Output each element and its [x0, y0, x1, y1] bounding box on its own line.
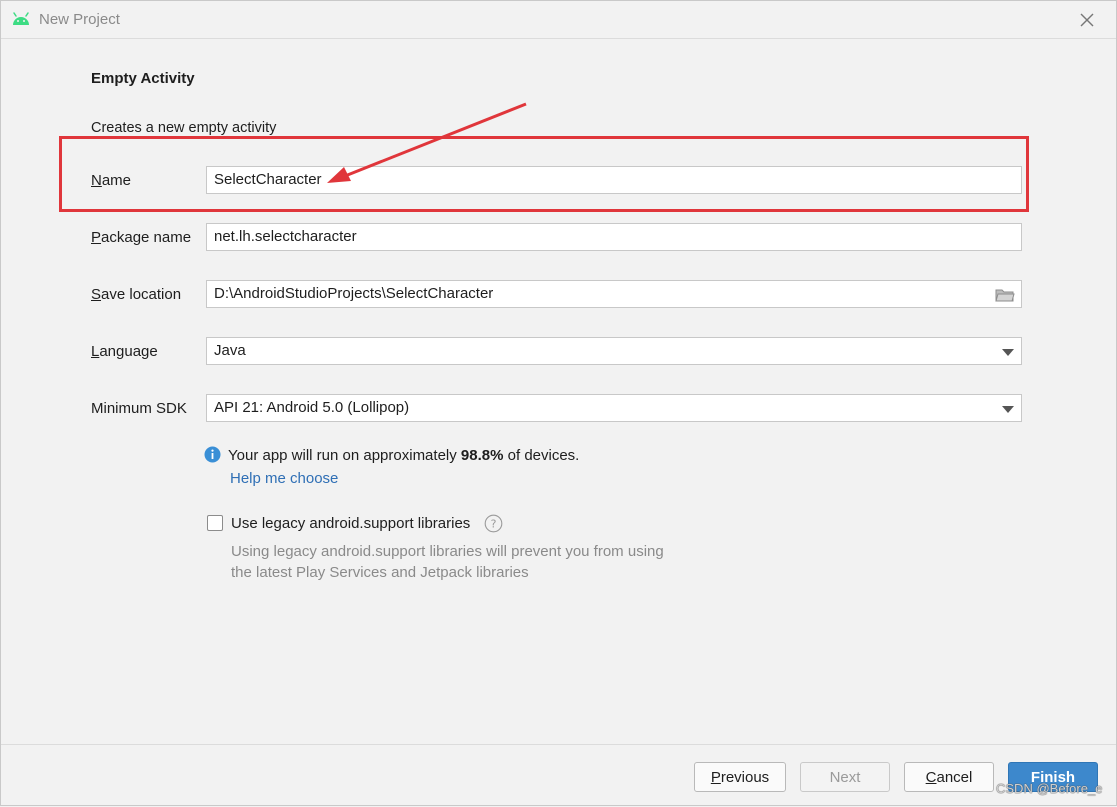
device-coverage-text: Your app will run on approximately 98.8%… — [228, 447, 579, 464]
language-label: Language — [91, 343, 158, 360]
name-label-mnemonic: N — [91, 172, 102, 189]
legacy-support-label[interactable]: Use legacy android.support libraries — [231, 515, 470, 532]
new-project-dialog: New Project Empty Activity Creates a new… — [0, 0, 1117, 806]
svg-text:?: ? — [491, 518, 497, 531]
previous-mnemonic: P — [710, 768, 721, 786]
android-icon — [13, 12, 29, 25]
language-label-rest: anguage — [99, 343, 158, 360]
name-label: Name — [91, 172, 131, 189]
coverage-prefix: Your app will run on approximately — [228, 447, 461, 464]
cancel-rest: ancel — [936, 768, 973, 786]
package-name-label: Package name — [91, 229, 191, 246]
language-select[interactable]: Java — [206, 337, 1022, 365]
name-input[interactable]: SelectCharacter — [206, 166, 1022, 194]
minimum-sdk-value: API 21: Android 5.0 (Lollipop) — [214, 399, 410, 416]
name-input-value: SelectCharacter — [214, 171, 322, 188]
cancel-button[interactable]: Cancel — [904, 762, 994, 792]
activity-heading: Empty Activity — [91, 70, 195, 87]
save-location-label-rest: ave location — [101, 286, 182, 303]
package-name-input[interactable]: net.lh.selectcharacter — [206, 223, 1022, 251]
package-name-value: net.lh.selectcharacter — [214, 228, 357, 245]
language-value: Java — [214, 342, 246, 359]
legacy-hint-line-2: the latest Play Services and Jetpack lib… — [231, 564, 529, 581]
help-me-choose-link[interactable]: Help me choose — [230, 470, 338, 487]
coverage-percentage: 98.8% — [460, 447, 504, 464]
previous-rest: revious — [720, 768, 770, 786]
package-label-mnemonic: P — [91, 229, 102, 246]
name-label-rest: ame — [101, 172, 132, 189]
save-location-label: Save location — [91, 286, 181, 303]
activity-description: Creates a new empty activity — [91, 120, 277, 136]
watermark: CSDN @Before_e — [996, 781, 1103, 796]
minimum-sdk-label: Minimum SDK — [91, 400, 187, 417]
coverage-suffix: of devices. — [503, 447, 580, 464]
window-title: New Project — [39, 11, 120, 28]
dropdown-arrow-icon — [1002, 349, 1014, 356]
folder-icon[interactable] — [995, 287, 1015, 303]
dropdown-arrow-icon — [1002, 406, 1014, 413]
save-location-label-mnemonic: S — [91, 286, 102, 303]
previous-button[interactable]: Previous — [694, 762, 786, 792]
save-location-value: D:\AndroidStudioProjects\SelectCharacter — [214, 285, 494, 302]
close-icon[interactable] — [1077, 10, 1097, 30]
info-icon — [204, 446, 221, 463]
next-button[interactable]: Next — [800, 762, 890, 792]
legacy-support-hint: Using legacy android.support libraries w… — [231, 541, 664, 583]
title-bar: New Project — [1, 1, 1116, 39]
minimum-sdk-select[interactable]: API 21: Android 5.0 (Lollipop) — [206, 394, 1022, 422]
legacy-support-checkbox[interactable] — [207, 515, 223, 531]
question-icon[interactable]: ? — [484, 514, 503, 533]
save-location-input[interactable]: D:\AndroidStudioProjects\SelectCharacter — [206, 280, 1022, 308]
legacy-hint-line-1: Using legacy android.support libraries w… — [231, 543, 664, 560]
cancel-mnemonic: C — [925, 768, 937, 786]
package-label-rest: ackage name — [101, 229, 192, 246]
